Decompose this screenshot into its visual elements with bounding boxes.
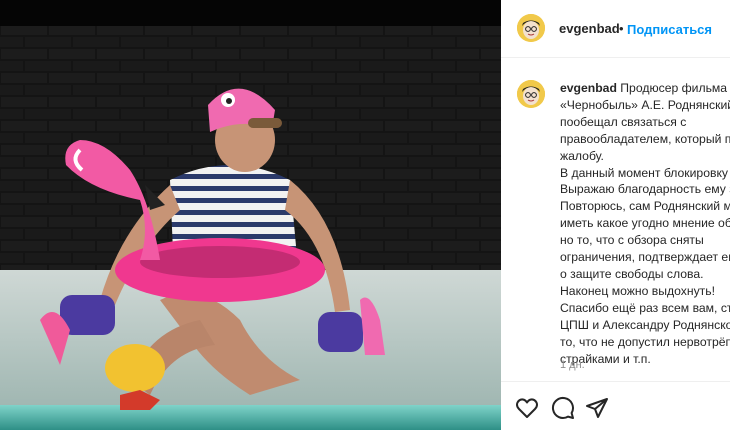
post-caption: evgenbad Продюсер фильма «Чернобыль» А.Е… xyxy=(560,80,730,367)
header-username[interactable]: evgenbad xyxy=(559,21,620,36)
post-timestamp[interactable]: 1 дн. xyxy=(560,359,585,371)
action-bar xyxy=(501,381,730,430)
avatar[interactable] xyxy=(517,14,545,42)
caption-avatar[interactable] xyxy=(517,80,545,108)
paper-plane-icon[interactable] xyxy=(585,396,609,420)
avatar-face-icon xyxy=(517,80,545,108)
post-photo[interactable] xyxy=(0,0,501,430)
follow-button[interactable]: Подписаться xyxy=(627,22,712,37)
header-separator: • xyxy=(619,21,624,36)
caption-text: Продюсер фильма «Чернобыль» А.Е. Роднянс… xyxy=(560,81,730,366)
heart-icon[interactable] xyxy=(515,396,539,420)
avatar-face-icon xyxy=(517,14,545,42)
post-image xyxy=(0,0,501,430)
caption-username[interactable]: evgenbad xyxy=(560,81,617,95)
comment-icon[interactable] xyxy=(551,396,575,420)
post-side-panel: evgenbad • Подписаться evgenbad Продюсер… xyxy=(501,0,730,430)
post-header: evgenbad • Подписаться xyxy=(501,0,730,58)
